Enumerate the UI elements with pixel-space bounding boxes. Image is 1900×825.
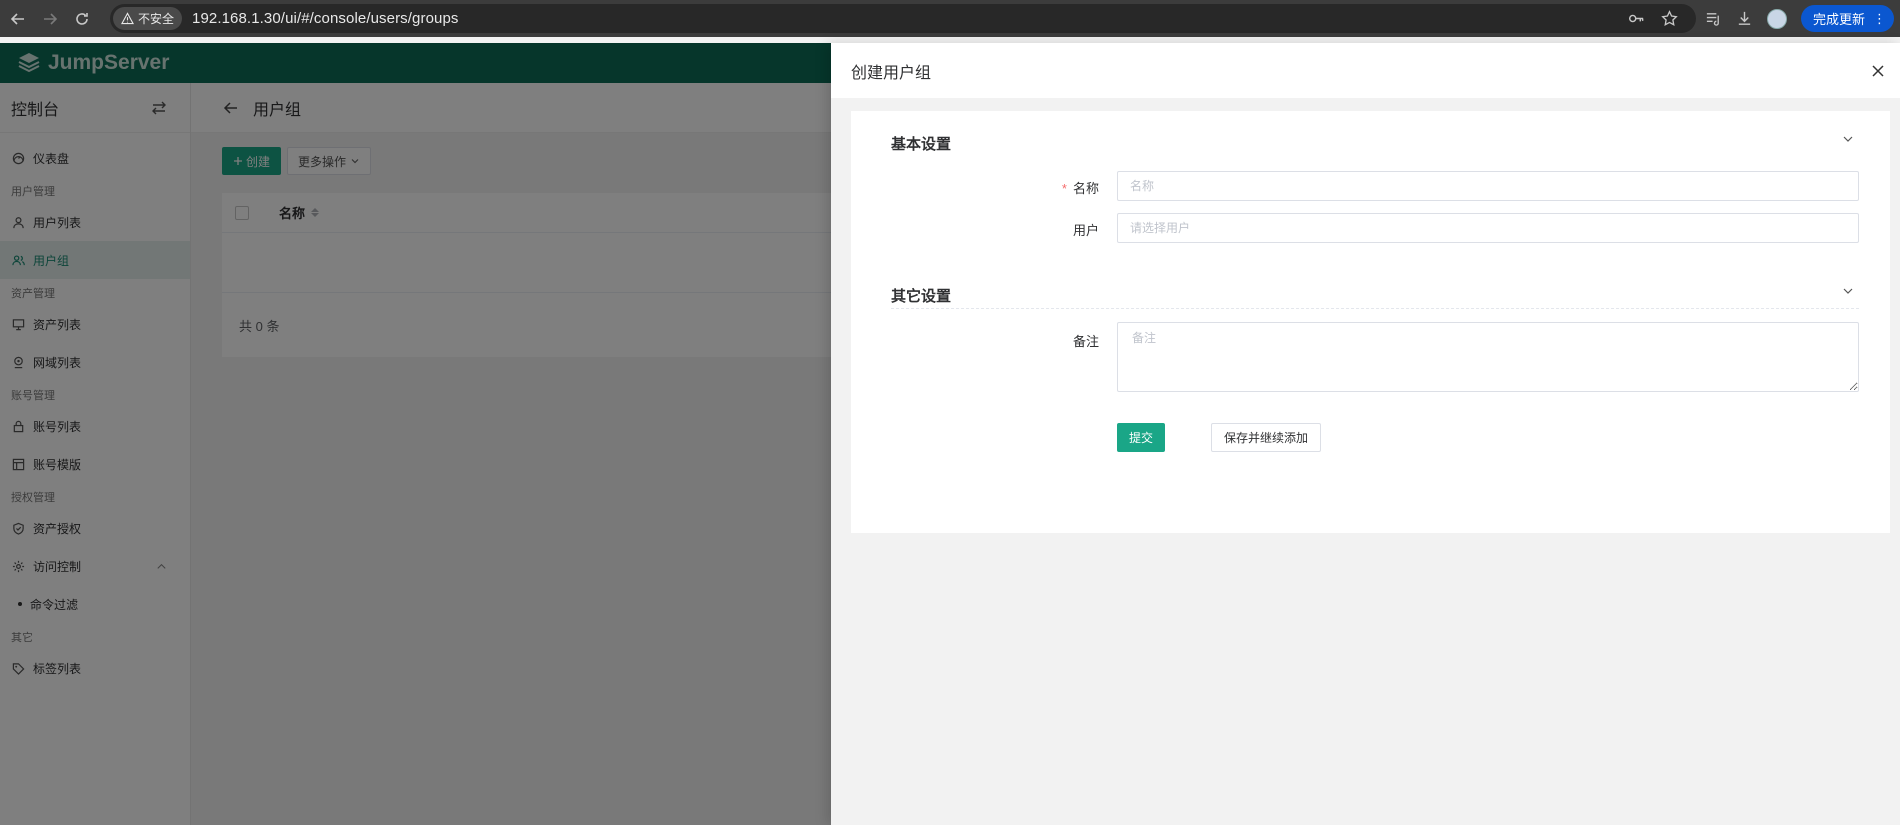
save-and-continue-button[interactable]: 保存并继续添加 <box>1211 423 1322 452</box>
url-text[interactable]: 192.168.1.30/ui/#/console/users/groups <box>192 10 458 27</box>
other-settings-title: 其它设置 <box>891 288 952 305</box>
media-queue-icon[interactable] <box>1705 10 1722 27</box>
drawer-title: 创建用户组 <box>851 64 932 82</box>
star-icon[interactable] <box>1661 10 1678 27</box>
forward-button[interactable] <box>36 5 64 33</box>
update-button[interactable]: 完成更新 ⋮ <box>1800 5 1894 32</box>
update-label: 完成更新 <box>1812 12 1865 27</box>
users-select[interactable] <box>1117 213 1859 243</box>
name-label: * 名称 <box>1061 181 1099 196</box>
reload-button[interactable] <box>68 5 96 33</box>
chevron-down-icon[interactable] <box>1842 285 1854 297</box>
name-input[interactable] <box>1117 171 1859 201</box>
download-icon[interactable] <box>1736 10 1753 27</box>
chevron-down-icon[interactable] <box>1842 133 1854 145</box>
drawer-overlay[interactable] <box>0 43 831 825</box>
key-icon[interactable] <box>1628 10 1645 27</box>
browser-toolbar: 不安全 192.168.1.30/ui/#/console/users/grou… <box>0 0 1900 37</box>
basic-settings-title: 基本设置 <box>891 136 952 153</box>
security-label: 不安全 <box>138 12 175 26</box>
submit-button[interactable]: 提交 <box>1117 423 1166 452</box>
kebab-menu-icon: ⋮ <box>1873 10 1886 26</box>
group-form: 基本设置 *名称 用户 其它设置 备注 提交 保存并继续添加 <box>851 111 1890 533</box>
drawer-header: 创建用户组 <box>831 43 1900 98</box>
back-button[interactable] <box>4 5 32 33</box>
security-indicator[interactable]: 不安全 <box>113 7 183 30</box>
section-divider <box>891 308 1859 309</box>
users-label: 用户 <box>1072 223 1099 238</box>
reload-icon <box>76 12 88 25</box>
comment-label: 备注 <box>1072 334 1099 349</box>
arrow-left-icon <box>10 12 24 25</box>
comment-textarea[interactable] <box>1117 322 1859 392</box>
arrow-right-icon <box>44 12 58 25</box>
profile-avatar[interactable] <box>1766 8 1787 29</box>
address-bar[interactable]: 不安全 192.168.1.30/ui/#/console/users/grou… <box>110 4 1696 33</box>
warning-icon <box>121 12 134 25</box>
create-group-drawer: 创建用户组 基本设置 *名称 用户 其它设置 备注 提交 保存并继续添加 <box>831 43 1900 825</box>
close-icon[interactable] <box>1870 63 1886 79</box>
